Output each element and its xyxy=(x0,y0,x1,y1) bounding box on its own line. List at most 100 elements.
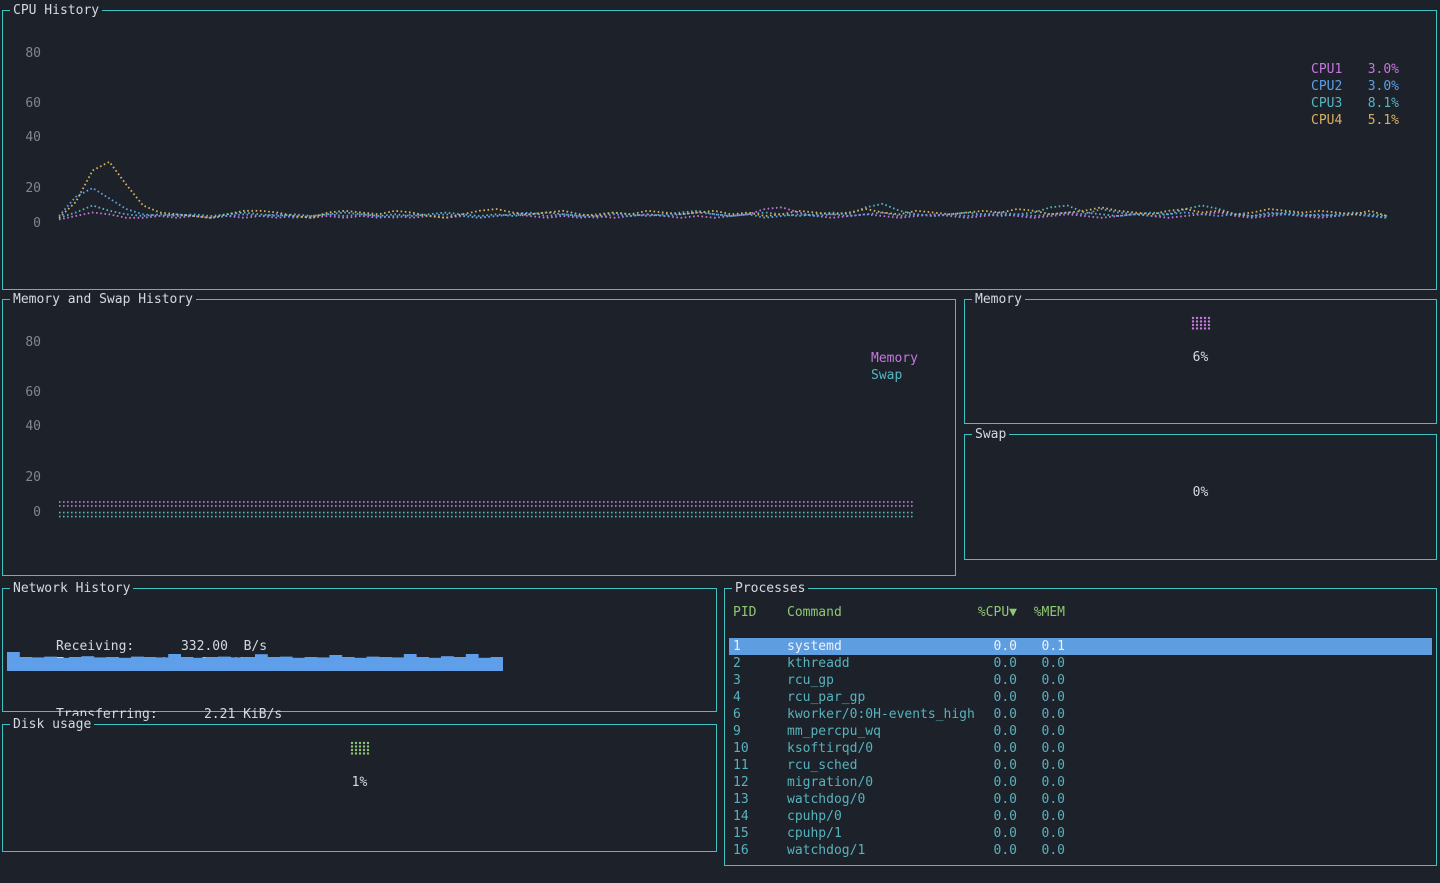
process-row[interactable]: 10ksoftirqd/00.00.0 xyxy=(729,740,1432,757)
tick-label: 80 xyxy=(25,45,41,62)
process-row[interactable]: 6kworker/0:0H-events_high0.00.0 xyxy=(729,706,1432,723)
process-cmd: rcu_gp xyxy=(787,672,973,689)
process-cpu: 0.0 xyxy=(973,655,1017,672)
process-row[interactable]: 1systemd0.00.1 xyxy=(729,638,1432,655)
process-cmd: watchdog/0 xyxy=(787,791,973,808)
process-cpu: 0.0 xyxy=(973,791,1017,808)
process-mem: 0.0 xyxy=(1017,655,1065,672)
process-cmd: cpuhp/0 xyxy=(787,808,973,825)
process-row[interactable]: 15cpuhp/10.00.0 xyxy=(729,825,1432,842)
legend-cpu4: CPU4 5.1% xyxy=(1311,112,1399,129)
process-pid: 11 xyxy=(733,757,787,774)
process-cmd: watchdog/1 xyxy=(787,842,973,859)
process-cpu: 0.0 xyxy=(973,825,1017,842)
header-command[interactable]: Command xyxy=(787,604,973,621)
tick-label: 40 xyxy=(25,129,41,146)
process-pid: 12 xyxy=(733,774,787,791)
process-mem: 0.0 xyxy=(1017,689,1065,706)
process-pid: 14 xyxy=(733,808,787,825)
disk-usage-title: Disk usage xyxy=(10,716,94,733)
system-monitor-screen: CPU History 80 60 40 20 0 CPU1 3.0% CPU2… xyxy=(0,0,1440,883)
legend-value: 5.1% xyxy=(1368,112,1399,129)
process-cmd: kworker/0:0H-events_high xyxy=(787,706,973,723)
tick-label: 0 xyxy=(33,215,41,232)
process-cmd: kthreadd xyxy=(787,655,973,672)
process-row[interactable]: 2kthreadd0.00.0 xyxy=(729,655,1432,672)
legend-label: CPU1 xyxy=(1311,61,1342,78)
legend-cpu3: CPU3 8.1% xyxy=(1311,95,1399,112)
transferring-line: Transferring:2.21 KiB/s xyxy=(9,689,282,706)
process-mem: 0.1 xyxy=(1017,638,1065,655)
tick-label: 60 xyxy=(25,95,41,112)
process-pid: 6 xyxy=(733,706,787,723)
process-cpu: 0.0 xyxy=(973,638,1017,655)
process-cpu: 0.0 xyxy=(973,740,1017,757)
header-cpu-sort[interactable]: %CPU▼ xyxy=(973,604,1017,621)
process-cpu: 0.0 xyxy=(973,774,1017,791)
process-pid: 1 xyxy=(733,638,787,655)
process-cmd: migration/0 xyxy=(787,774,973,791)
header-pid[interactable]: PID xyxy=(733,604,787,621)
transferring-value: 2.21 KiB/s xyxy=(204,707,282,722)
process-cpu: 0.0 xyxy=(973,808,1017,825)
process-row[interactable]: 13watchdog/00.00.0 xyxy=(729,791,1432,808)
process-mem: 0.0 xyxy=(1017,740,1065,757)
process-row[interactable]: 9mm_percpu_wq0.00.0 xyxy=(729,723,1432,740)
process-mem: 0.0 xyxy=(1017,825,1065,842)
tick-label: 20 xyxy=(25,469,41,486)
process-row[interactable]: 12migration/00.00.0 xyxy=(729,774,1432,791)
network-history-panel: Network History Receiving:332.00 B/s Tot… xyxy=(2,588,717,712)
legend-memory: Memory xyxy=(871,350,918,367)
process-mem: 0.0 xyxy=(1017,791,1065,808)
legend-label: CPU2 xyxy=(1311,78,1342,95)
process-mem: 0.0 xyxy=(1017,842,1065,859)
legend-value: 3.0% xyxy=(1368,61,1399,78)
process-cpu: 0.0 xyxy=(973,723,1017,740)
process-mem: 0.0 xyxy=(1017,723,1065,740)
legend-label: CPU3 xyxy=(1311,95,1342,112)
tick-label: 40 xyxy=(25,418,41,435)
process-cmd: rcu_par_gp xyxy=(787,689,973,706)
swap-usage-value: 0% xyxy=(965,484,1436,501)
memory-swap-y-axis: 80 60 40 20 0 xyxy=(19,300,41,575)
legend-swap: Swap xyxy=(871,367,918,384)
process-cmd: systemd xyxy=(787,638,973,655)
process-pid: 3 xyxy=(733,672,787,689)
legend-cpu2: CPU2 3.0% xyxy=(1311,78,1399,95)
legend-label: CPU4 xyxy=(1311,112,1342,129)
disk-usage-panel: Disk usage 1% xyxy=(2,724,717,852)
process-mem: 0.0 xyxy=(1017,774,1065,791)
process-cpu: 0.0 xyxy=(973,757,1017,774)
process-row[interactable]: 14cpuhp/00.00.0 xyxy=(729,808,1432,825)
processes-panel: Processes PID Command %CPU▼ %MEM 1system… xyxy=(724,588,1437,866)
process-rows: 1systemd0.00.12kthreadd0.00.03rcu_gp0.00… xyxy=(729,638,1432,859)
process-cmd: ksoftirqd/0 xyxy=(787,740,973,757)
process-row[interactable]: 4rcu_par_gp0.00.0 xyxy=(729,689,1432,706)
process-row[interactable]: 3rcu_gp0.00.0 xyxy=(729,672,1432,689)
process-pid: 4 xyxy=(733,689,787,706)
process-pid: 13 xyxy=(733,791,787,808)
legend-cpu1: CPU1 3.0% xyxy=(1311,61,1399,78)
memory-gauge-title: Memory xyxy=(972,291,1025,308)
legend-value: 3.0% xyxy=(1368,78,1399,95)
process-pid: 9 xyxy=(733,723,787,740)
process-mem: 0.0 xyxy=(1017,808,1065,825)
network-history-title: Network History xyxy=(10,580,133,597)
process-row[interactable]: 16watchdog/10.00.0 xyxy=(729,842,1432,859)
process-cmd: mm_percpu_wq xyxy=(787,723,973,740)
tick-label: 80 xyxy=(25,334,41,351)
tick-label: 60 xyxy=(25,384,41,401)
process-cpu: 0.0 xyxy=(973,706,1017,723)
process-cpu: 0.0 xyxy=(973,689,1017,706)
process-table-header: PID Command %CPU▼ %MEM xyxy=(729,604,1432,621)
disk-usage-dots-icon xyxy=(350,741,370,756)
disk-usage-value: 1% xyxy=(3,774,716,791)
memory-usage-value: 6% xyxy=(965,349,1436,366)
header-mem[interactable]: %MEM xyxy=(1017,604,1065,621)
process-row[interactable]: 11rcu_sched0.00.0 xyxy=(729,757,1432,774)
swap-gauge-title: Swap xyxy=(972,426,1009,443)
memory-gauge-panel: Memory 6% xyxy=(964,299,1437,424)
process-mem: 0.0 xyxy=(1017,672,1065,689)
cpu-history-chart xyxy=(57,41,1391,241)
cpu-legend: CPU1 3.0% CPU2 3.0% CPU3 8.1% CPU4 5.1% xyxy=(1311,61,1399,129)
